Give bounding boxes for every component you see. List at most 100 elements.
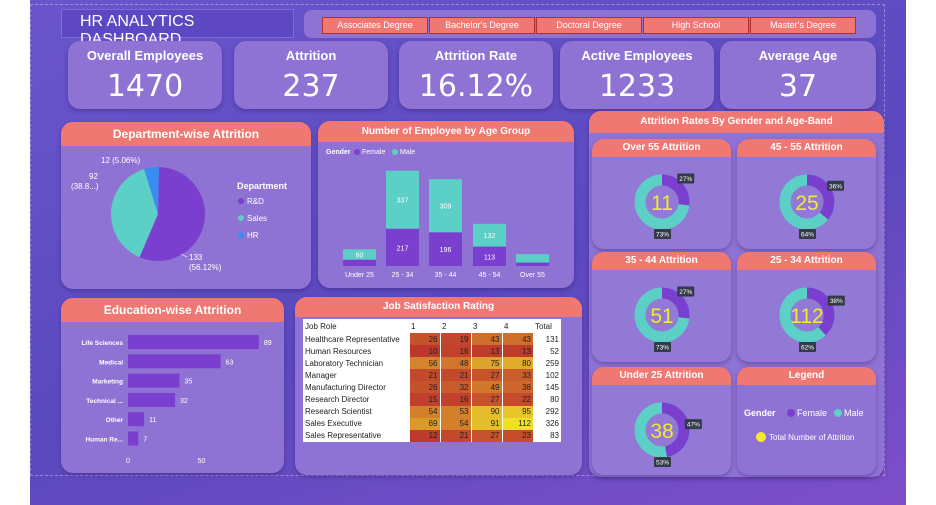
data-label: 89 xyxy=(264,340,272,347)
department-attrition-card: Department-wise Attrition 12 (5.06%) 92(… xyxy=(61,122,311,289)
x-tick-label: 0 xyxy=(126,458,130,465)
job-role-cell: Research Director xyxy=(305,395,370,405)
rating-cell: 53 xyxy=(439,405,471,418)
legend-title: Gender xyxy=(326,149,351,156)
legend-swatch xyxy=(238,232,244,238)
rating-cell: 32 xyxy=(439,381,471,394)
legend-male: Male xyxy=(400,149,415,156)
kpi-label: Overall Employees xyxy=(86,48,204,63)
table-row[interactable]: Research Scientist 54 53 90 95 292 xyxy=(303,405,561,418)
bar-education[interactable] xyxy=(128,373,180,388)
rating-cell: 56 xyxy=(408,357,440,370)
bar-education[interactable] xyxy=(128,335,259,349)
ring-card-title: 45 - 55 Attrition xyxy=(737,139,876,157)
chart-title: Attrition Rates By Gender and Age-Band xyxy=(589,111,884,133)
rating-cell: 10 xyxy=(408,345,440,358)
rating-cell: 27 xyxy=(470,369,502,382)
y-tick-label: Life Sciences xyxy=(81,340,123,347)
ring-male-label: 73% xyxy=(656,232,669,239)
slicer-bachelors-degree[interactable]: Bachelor's Degree xyxy=(429,17,535,34)
chart-title: Education-wise Attrition xyxy=(61,298,284,322)
slicer-masters-degree[interactable]: Master's Degree xyxy=(750,17,856,34)
table-row[interactable]: Sales Executive 69 54 91 112 326 xyxy=(303,417,561,430)
legend-gender-label: Gender xyxy=(744,408,776,418)
legend-female-swatch xyxy=(354,149,360,155)
table-row[interactable]: Manager 21 21 27 33 102 xyxy=(303,369,561,382)
total-cell: 145 xyxy=(545,382,559,392)
legend-male-swatch xyxy=(392,149,398,155)
kpi-value: 237 xyxy=(282,69,340,104)
job-role-cell: Manufacturing Director xyxy=(305,382,386,392)
slicer-high-school[interactable]: High School xyxy=(643,17,749,34)
kpi-value: 1470 xyxy=(106,69,184,104)
ring-female-label: 47% xyxy=(687,422,700,429)
total-cell: 326 xyxy=(545,419,559,429)
table-row[interactable]: Manufacturing Director 26 32 49 38 145 xyxy=(303,381,561,394)
rating-cell: 75 xyxy=(470,357,502,370)
total-cell: 292 xyxy=(545,407,559,417)
table-row[interactable]: Healthcare Representative 26 19 43 43 131 xyxy=(303,333,561,346)
age-band-donut: 38 47% 53% xyxy=(634,402,702,467)
slicer-associates-degree[interactable]: Associates Degree xyxy=(322,17,428,34)
rating-cell: 26 xyxy=(408,333,440,346)
kpi-value: 1233 xyxy=(598,69,676,104)
table-row[interactable]: Human Resources 10 16 13 13 52 xyxy=(303,345,561,358)
pie-label-hr: 12 (5.06%) xyxy=(101,156,140,165)
legend-male-label: Male xyxy=(844,408,864,418)
bar-education[interactable] xyxy=(128,431,139,446)
rating-cell: 38 xyxy=(501,381,533,394)
table-row[interactable]: Research Director 15 16 27 22 80 xyxy=(303,393,561,406)
kpi-overall-employees: Overall Employees 1470 xyxy=(68,41,222,109)
age-band-donut: 112 38% 62% xyxy=(779,287,845,352)
bar-education[interactable] xyxy=(128,412,145,427)
ring-male-label: 73% xyxy=(656,345,669,352)
y-tick-label: Human Re... xyxy=(85,437,123,444)
rating-cell: 48 xyxy=(439,357,471,370)
age-band-donut: 25 36% 64% xyxy=(779,174,845,239)
bar-education[interactable] xyxy=(128,392,176,407)
rating-cell: 15 xyxy=(408,393,440,406)
rating-cell: 43 xyxy=(470,333,502,346)
bar-female[interactable] xyxy=(516,262,549,266)
kpi-attrition-rate: Attrition Rate 16.12% xyxy=(399,41,553,109)
legend-total-swatch xyxy=(756,432,766,442)
job-role-cell: Manager xyxy=(305,370,337,380)
page-title: HR ANALYTICS DASHBOARD xyxy=(61,9,294,48)
bar-female[interactable] xyxy=(343,259,376,266)
rating-cell: 21 xyxy=(408,369,440,382)
kpi-value: 16.12% xyxy=(418,69,534,104)
department-pie-chart: 12 (5.06%) 92 (38.8...) 133 (56.12%) Depar… xyxy=(71,156,287,272)
table-row[interactable]: Laboratory Technician 56 48 75 80 259 xyxy=(303,357,561,370)
data-label: 11 xyxy=(149,417,156,424)
bar-male[interactable] xyxy=(516,254,549,263)
x-tick-label: 35 - 44 xyxy=(435,272,457,279)
job-role-cell: Sales Representative xyxy=(305,431,382,441)
rating-cell: 54 xyxy=(439,417,471,430)
age-band-ring-card: 35 - 44 Attrition 51 27% 73% xyxy=(592,252,731,362)
legend-item: HR xyxy=(247,231,259,240)
slicer-doctoral-degree[interactable]: Doctoral Degree xyxy=(536,17,642,34)
data-label: 7 xyxy=(143,437,147,444)
age-band-ring-card: Under 25 Attrition 38 47% 53% xyxy=(592,367,731,475)
rating-cell: 21 xyxy=(439,369,471,382)
y-tick-label: Marketing xyxy=(92,379,123,386)
data-label-male: 337 xyxy=(397,198,409,205)
data-label-male: 132 xyxy=(484,233,496,240)
legend-item: Sales xyxy=(247,214,267,223)
ring-female-label: 27% xyxy=(679,289,692,296)
rating-cell: 112 xyxy=(501,417,533,430)
data-label-female: 196 xyxy=(440,247,452,254)
rating-cell: 22 xyxy=(501,393,533,406)
y-tick-label: Medical xyxy=(99,359,123,366)
kpi-value: 37 xyxy=(778,69,818,104)
ring-total-value: 11 xyxy=(651,192,673,215)
ring-total-value: 38 xyxy=(650,420,673,443)
education-bar-chart: Life Sciences 89 Medical 63 Marketing 35 Techn… xyxy=(81,335,272,465)
rating-cell: 69 xyxy=(408,417,440,430)
rating-cell: 23 xyxy=(501,429,533,442)
table-row[interactable]: Sales Representative 12 21 27 23 83 xyxy=(303,429,561,442)
bar-education[interactable] xyxy=(128,354,221,369)
job-satisfaction-table: Job Role 1 2 3 4 Total Healthcare Representat… xyxy=(303,319,561,442)
rating-cell: 27 xyxy=(470,393,502,406)
chart-title: Job Satisfaction Rating xyxy=(295,297,582,317)
